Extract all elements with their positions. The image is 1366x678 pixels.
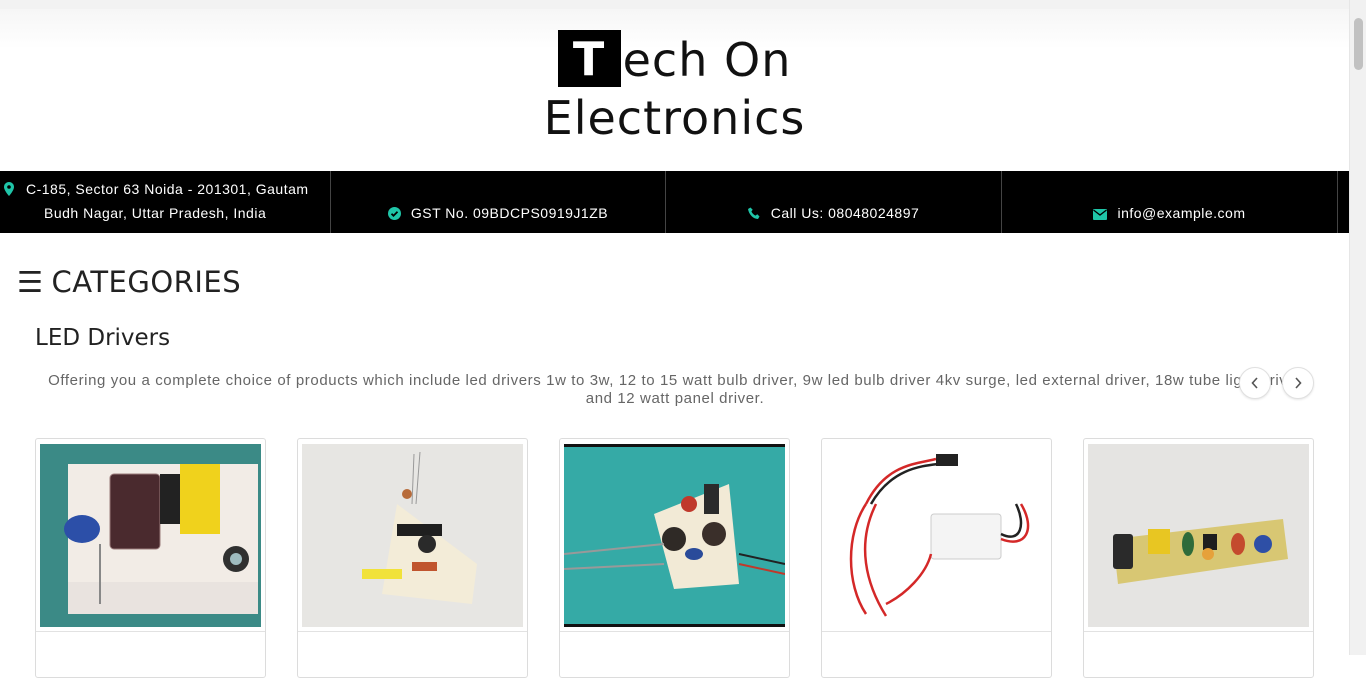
product-image[interactable] (302, 444, 523, 627)
card-divider (298, 631, 527, 632)
call-text[interactable]: Call Us: 08048024897 (771, 205, 920, 221)
call-cell[interactable]: Call Us: 08048024897 (666, 171, 1002, 233)
product-card[interactable] (821, 438, 1052, 678)
menu-icon: ☰ (17, 265, 44, 299)
section-title: LED Drivers (35, 325, 171, 351)
product-card[interactable] (35, 438, 266, 678)
product-image[interactable] (1088, 444, 1309, 627)
gst-number: GST No. 09BDCPS0919J1ZB (410, 205, 609, 221)
gst-cell: GST No. 09BDCPS0919J1ZB (331, 171, 666, 233)
email-link[interactable]: info@example.com (1117, 205, 1245, 221)
envelope-icon (1093, 209, 1108, 220)
categories-label: CATEGORIES (51, 265, 242, 299)
site-logo[interactable]: Tech On Electronics (0, 30, 1349, 146)
carousel-next-button[interactable] (1282, 367, 1314, 399)
address-line1: C-185, Sector 63 Noida - 201301, Gautam (26, 181, 309, 197)
section-description: Offering you a complete choice of produc… (48, 372, 1302, 407)
chevron-left-icon (1251, 377, 1258, 389)
map-marker-icon (4, 182, 14, 196)
logo-line1: ech On (622, 33, 792, 87)
product-card[interactable] (297, 438, 528, 678)
check-circle-icon (387, 207, 401, 220)
product-card[interactable] (559, 438, 790, 678)
phone-icon (747, 207, 760, 219)
product-image[interactable] (564, 444, 785, 627)
card-divider (1084, 631, 1313, 632)
product-card[interactable] (1083, 438, 1314, 678)
card-divider (560, 631, 789, 632)
email-cell[interactable]: info@example.com (1002, 171, 1338, 233)
product-image[interactable] (40, 444, 261, 627)
card-divider (36, 631, 265, 632)
categories-menu-toggle[interactable]: ☰ CATEGORIES (17, 265, 241, 299)
logo-letter-box: T (557, 30, 621, 87)
scrollbar-thumb[interactable] (1354, 18, 1363, 70)
product-image[interactable] (826, 444, 1047, 627)
card-divider (822, 631, 1051, 632)
address-line2: Budh Nagar, Uttar Pradesh, India (44, 205, 267, 221)
top-strip (0, 0, 1349, 9)
chevron-right-icon (1295, 377, 1302, 389)
page-scrollbar[interactable] (1349, 0, 1366, 655)
carousel-prev-button[interactable] (1239, 367, 1271, 399)
address-cell: C-185, Sector 63 Noida - 201301, Gautam … (0, 171, 331, 233)
logo-line2: Electronics (543, 91, 806, 145)
contact-info-bar: C-185, Sector 63 Noida - 201301, Gautam … (0, 171, 1349, 233)
